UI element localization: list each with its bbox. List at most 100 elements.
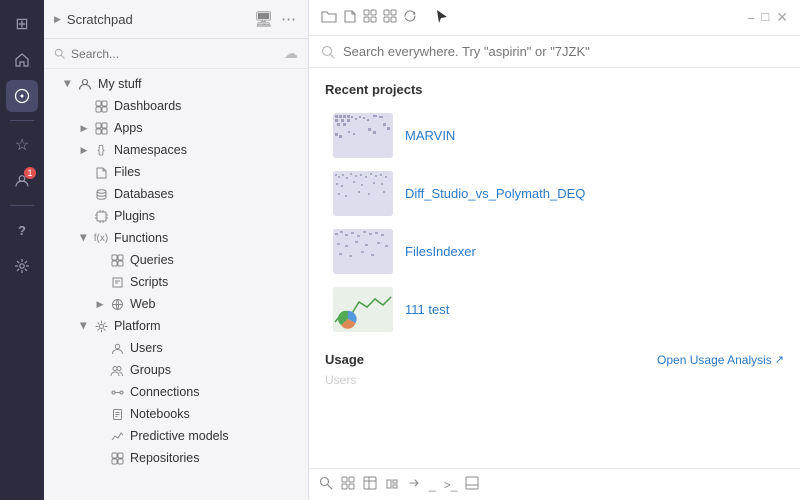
files-icon [92, 163, 110, 181]
bottom-arrow-icon[interactable] [407, 476, 421, 493]
project-thumb-filesindexer [333, 229, 393, 274]
settings-icon[interactable] [6, 250, 38, 282]
sidebar-header-left: ▶ Scratchpad [54, 12, 133, 27]
window-restore-icon[interactable]: ☐ [760, 11, 770, 24]
scratchpad-label[interactable]: Scratchpad [67, 12, 133, 27]
recent-projects-section: Recent projects [309, 68, 800, 338]
bottom-panel-icon[interactable] [465, 476, 479, 493]
main-search-input[interactable] [343, 44, 788, 59]
bottom-grid-icon[interactable] [341, 476, 355, 493]
scripts-icon [108, 273, 126, 291]
grid-view-icon[interactable] [363, 9, 377, 27]
compass-icon[interactable] [6, 80, 38, 112]
platform-label: Platform [114, 319, 302, 333]
sidebar-item-files[interactable]: Files [44, 161, 308, 183]
users-icon [108, 339, 126, 357]
sidebar-item-groups[interactable]: Groups [44, 359, 308, 381]
queries-chevron [92, 252, 108, 268]
bottom-table-icon[interactable] [363, 476, 377, 493]
window-close-icon[interactable]: ✕ [776, 9, 788, 26]
sidebar-search-input[interactable] [71, 47, 278, 61]
pred-models-label: Predictive models [130, 429, 302, 443]
sidebar-item-notebooks[interactable]: Notebooks [44, 403, 308, 425]
project-item-diff-studio[interactable]: Diff_Studio_vs_Polymath_DEQ [325, 165, 784, 222]
user-icon[interactable]: 1 [6, 165, 38, 197]
project-thumb-111-test [333, 287, 393, 332]
sidebar-item-databases[interactable]: Databases [44, 183, 308, 205]
sidebar-item-scripts[interactable]: Scripts [44, 271, 308, 293]
recent-projects-title: Recent projects [325, 82, 784, 97]
window-minimize-icon[interactable]: ⎯ [748, 10, 755, 26]
sidebar-item-web[interactable]: ▶ Web [44, 293, 308, 315]
project-name-filesindexer[interactable]: FilesIndexer [405, 244, 476, 259]
grid-icon[interactable]: ⊞ [6, 8, 38, 40]
sidebar-search: ☁ [44, 39, 308, 69]
sidebar-item-apps[interactable]: ▶ Apps [44, 117, 308, 139]
users-label: Users [130, 341, 302, 355]
databases-chevron [76, 186, 92, 202]
sidebar-tree: ▶ My stuff Dashboards ▶ Apps ▶ {} [44, 69, 308, 500]
sidebar-item-queries[interactable]: Queries [44, 249, 308, 271]
bottom-terminal-icon[interactable]: _ [429, 478, 436, 492]
project-item-marvin[interactable]: MARVIN [325, 107, 784, 164]
sidebar-item-namespaces[interactable]: ▶ {} Namespaces [44, 139, 308, 161]
sidebar-item-my-stuff[interactable]: ▶ My stuff [44, 73, 308, 95]
databases-icon [92, 185, 110, 203]
sidebar-item-functions[interactable]: ▶ f(x) Functions [44, 227, 308, 249]
notebooks-icon [108, 405, 126, 423]
users-chevron [92, 340, 108, 356]
notebooks-chevron [92, 406, 108, 422]
monitor-icon[interactable]: 🖥 [252, 8, 275, 30]
sidebar-item-users[interactable]: Users [44, 337, 308, 359]
divider [10, 120, 34, 121]
plugins-chevron [76, 208, 92, 224]
sidebar-item-connections[interactable]: Connections [44, 381, 308, 403]
files-chevron [76, 164, 92, 180]
sidebar-menu-icon[interactable]: ⋯ [279, 8, 298, 30]
functions-label: Functions [114, 231, 302, 245]
scripts-label: Scripts [130, 275, 302, 289]
sidebar-item-repositories[interactable]: Repositories [44, 447, 308, 469]
refresh-icon[interactable] [403, 9, 417, 27]
icon-bar: ⊞ ☆ 1 ? [0, 0, 44, 500]
project-thumb-diff-studio [333, 171, 393, 216]
sidebar-item-platform[interactable]: ▶ Platform [44, 315, 308, 337]
connections-chevron [92, 384, 108, 400]
bottom-layout-icon[interactable] [385, 476, 399, 493]
star-icon[interactable]: ☆ [6, 129, 38, 161]
home-icon[interactable] [6, 44, 38, 76]
project-item-filesindexer[interactable]: FilesIndexer [325, 223, 784, 280]
dashboards-icon [92, 97, 110, 115]
open-usage-analysis-link[interactable]: Open Usage Analysis ↗ [657, 353, 784, 367]
sidebar-chevron[interactable]: ▶ [54, 14, 61, 25]
project-name-marvin[interactable]: MARVIN [405, 128, 455, 143]
main-toolbar: ⎯ ☐ ✕ [309, 0, 800, 36]
main-content-area: ⎯ ☐ ✕ Recent projects [309, 0, 800, 500]
platform-icon [92, 317, 110, 335]
project-name-111-test[interactable]: 111 test [405, 302, 449, 317]
pred-models-icon [108, 427, 126, 445]
question-icon[interactable]: ? [6, 214, 38, 246]
bottom-search-icon[interactable] [319, 476, 333, 493]
sidebar-header: ▶ Scratchpad 🖥 ⋯ [44, 0, 308, 39]
main-scroll-area: Recent projects [309, 68, 800, 468]
project-name-diff-studio[interactable]: Diff_Studio_vs_Polymath_DEQ [405, 186, 585, 201]
platform-chevron: ▶ [76, 318, 92, 334]
new-file-icon[interactable] [343, 9, 357, 27]
namespaces-icon: {} [92, 141, 110, 159]
main-search-bar [309, 36, 800, 68]
bottom-console-icon[interactable]: >_ [444, 478, 458, 492]
open-folder-icon[interactable] [321, 9, 337, 27]
cloud-icon: ☁ [284, 45, 298, 62]
sidebar-item-plugins[interactable]: Plugins [44, 205, 308, 227]
notification-badge: 1 [24, 167, 36, 179]
list-view-icon[interactable] [383, 9, 397, 27]
project-list: MARVIN [325, 107, 784, 338]
sidebar-item-predictive-models[interactable]: Predictive models [44, 425, 308, 447]
files-label: Files [114, 165, 302, 179]
project-item-111-test[interactable]: 111 test [325, 281, 784, 338]
sidebar-item-dashboards[interactable]: Dashboards [44, 95, 308, 117]
notebooks-label: Notebooks [130, 407, 302, 421]
sidebar-header-icons: 🖥 ⋯ [252, 8, 298, 30]
functions-chevron: ▶ [76, 230, 92, 246]
